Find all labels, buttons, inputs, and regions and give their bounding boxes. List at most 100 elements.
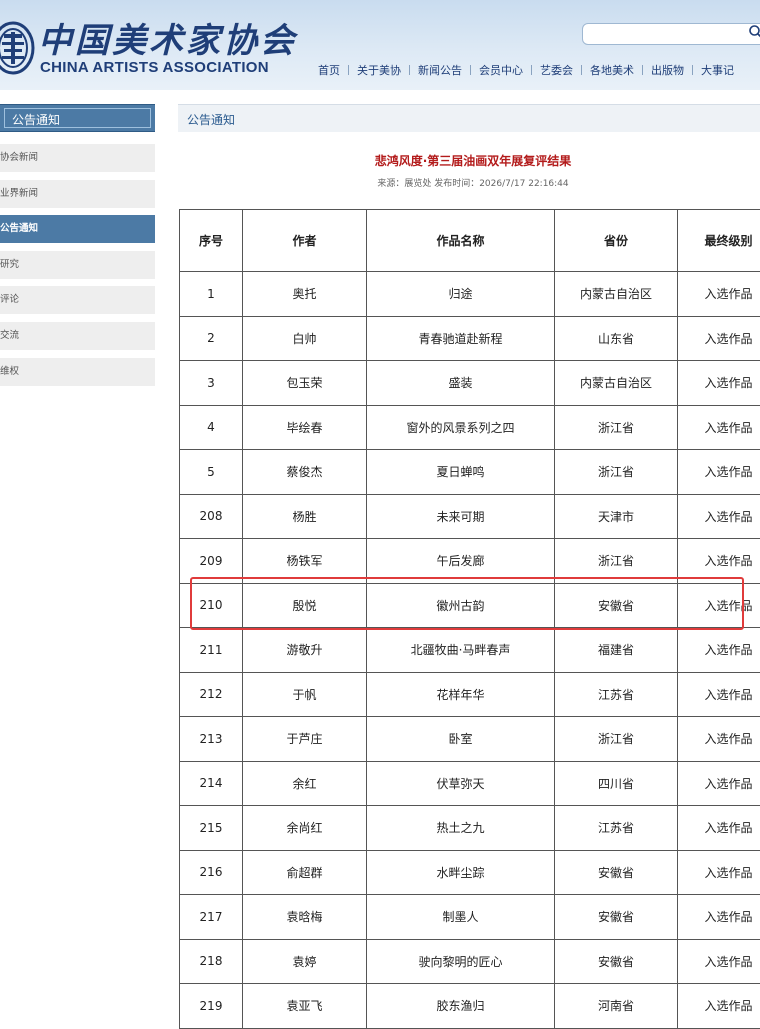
cell-artwork: 水畔尘踪 bbox=[367, 850, 555, 895]
cell-number: 213 bbox=[180, 717, 243, 762]
cell-author: 于芦庄 bbox=[243, 717, 367, 762]
cell-number: 215 bbox=[180, 806, 243, 851]
cell-level: 入选作品 bbox=[678, 450, 760, 495]
cell-number: 5 bbox=[180, 450, 243, 495]
cell-number: 3 bbox=[180, 361, 243, 406]
sidebar-title-label: 公告通知 bbox=[12, 111, 60, 128]
nav-item-committees[interactable]: 艺委会 bbox=[532, 62, 581, 78]
cell-artwork: 卧室 bbox=[367, 717, 555, 762]
cell-author: 余尚红 bbox=[243, 806, 367, 851]
site-logo-chinese[interactable]: 中国美术家协会 bbox=[38, 22, 297, 60]
nav-item-about[interactable]: 关于美协 bbox=[349, 62, 409, 78]
cell-level: 入选作品 bbox=[678, 984, 760, 1029]
cell-number: 219 bbox=[180, 984, 243, 1029]
cell-artwork: 驶向黎明的匠心 bbox=[367, 939, 555, 984]
cell-artwork: 窗外的风景系列之四 bbox=[367, 405, 555, 450]
cell-author: 奥托 bbox=[243, 272, 367, 317]
nav-item-publications[interactable]: 出版物 bbox=[643, 62, 692, 78]
search-input[interactable] bbox=[582, 23, 760, 45]
site-logo-english[interactable]: CHINA ARTISTS ASSOCIATION bbox=[40, 59, 269, 76]
cell-artwork: 热土之九 bbox=[367, 806, 555, 851]
cell-level: 入选作品 bbox=[678, 939, 760, 984]
cell-artwork: 午后发廊 bbox=[367, 539, 555, 584]
cell-level: 入选作品 bbox=[678, 316, 760, 361]
results-table: 序号 作者 作品名称 省份 最终级别 1奥托归途内蒙古自治区入选作品2白帅青春驰… bbox=[179, 209, 760, 1029]
cell-province: 天津市 bbox=[555, 494, 678, 539]
table-row: 3包玉荣盛装内蒙古自治区入选作品 bbox=[180, 361, 760, 406]
table-row: 216俞超群水畔尘踪安徽省入选作品 bbox=[180, 850, 760, 895]
cell-author: 余红 bbox=[243, 761, 367, 806]
cell-province: 山东省 bbox=[555, 316, 678, 361]
cell-level: 入选作品 bbox=[678, 850, 760, 895]
cell-number: 210 bbox=[180, 583, 243, 628]
nav-item-members[interactable]: 会员中心 bbox=[471, 62, 531, 78]
cell-number: 208 bbox=[180, 494, 243, 539]
site-header: 中国美术家协会 CHINA ARTISTS ASSOCIATION 首页 关于美… bbox=[0, 0, 760, 90]
table-row: 215余尚红热土之九江苏省入选作品 bbox=[180, 806, 760, 851]
cell-author: 包玉荣 bbox=[243, 361, 367, 406]
breadcrumb-label[interactable]: 公告通知 bbox=[187, 111, 235, 128]
cell-number: 211 bbox=[180, 628, 243, 673]
association-emblem-icon bbox=[0, 20, 36, 76]
cell-level: 入选作品 bbox=[678, 583, 760, 628]
breadcrumb: 公告通知 bbox=[178, 104, 760, 132]
nav-item-regional[interactable]: 各地美术 bbox=[582, 62, 642, 78]
article-meta: 来源：展览处 发布时间：2026/7/17 22:16:44 bbox=[178, 176, 760, 189]
cell-author: 毕绘春 bbox=[243, 405, 367, 450]
sidebar-item-exchange[interactable]: 交流 bbox=[0, 322, 155, 350]
table-row: 211游敬升北疆牧曲·马畔春声福建省入选作品 bbox=[180, 628, 760, 673]
search-icon[interactable] bbox=[748, 24, 760, 40]
table-body: 1奥托归途内蒙古自治区入选作品2白帅青春驰道赴新程山东省入选作品3包玉荣盛装内蒙… bbox=[180, 272, 760, 1029]
table-header-row: 序号 作者 作品名称 省份 最终级别 bbox=[180, 210, 760, 272]
sidebar-item-rights[interactable]: 维权 bbox=[0, 358, 155, 386]
sidebar-item-commentary[interactable]: 评论 bbox=[0, 286, 155, 314]
sidebar-item-announcements[interactable]: 公告通知 bbox=[0, 215, 155, 243]
cell-artwork: 花样年华 bbox=[367, 672, 555, 717]
table-row: 4毕绘春窗外的风景系列之四浙江省入选作品 bbox=[180, 405, 760, 450]
cell-level: 入选作品 bbox=[678, 761, 760, 806]
cell-level: 入选作品 bbox=[678, 539, 760, 584]
cell-author: 白帅 bbox=[243, 316, 367, 361]
table-row: 218袁婷驶向黎明的匠心安徽省入选作品 bbox=[180, 939, 760, 984]
cell-number: 4 bbox=[180, 405, 243, 450]
cell-level: 入选作品 bbox=[678, 405, 760, 450]
cell-province: 浙江省 bbox=[555, 539, 678, 584]
cell-province: 安徽省 bbox=[555, 583, 678, 628]
table-row: 219袁亚飞胶东渔归河南省入选作品 bbox=[180, 984, 760, 1029]
cell-province: 福建省 bbox=[555, 628, 678, 673]
cell-number: 216 bbox=[180, 850, 243, 895]
cell-level: 入选作品 bbox=[678, 494, 760, 539]
cell-province: 安徽省 bbox=[555, 939, 678, 984]
nav-item-news[interactable]: 新闻公告 bbox=[410, 62, 470, 78]
table-row: 212于帆花样年华江苏省入选作品 bbox=[180, 672, 760, 717]
cell-province: 四川省 bbox=[555, 761, 678, 806]
column-header-province: 省份 bbox=[555, 210, 678, 272]
sidebar-item-research[interactable]: 研究 bbox=[0, 251, 155, 279]
table-row: 208杨胜未来可期天津市入选作品 bbox=[180, 494, 760, 539]
table-row: 214余红伏草弥天四川省入选作品 bbox=[180, 761, 760, 806]
cell-artwork: 归途 bbox=[367, 272, 555, 317]
sidebar-item-association-news[interactable]: 协会新闻 bbox=[0, 144, 155, 172]
article-title: 悲鸿风度·第三届油画双年展复评结果 bbox=[178, 152, 760, 169]
cell-artwork: 北疆牧曲·马畔春声 bbox=[367, 628, 555, 673]
cell-author: 于帆 bbox=[243, 672, 367, 717]
table-row: 5蔡俊杰夏日蝉鸣浙江省入选作品 bbox=[180, 450, 760, 495]
cell-author: 杨铁军 bbox=[243, 539, 367, 584]
cell-level: 入选作品 bbox=[678, 272, 760, 317]
cell-number: 212 bbox=[180, 672, 243, 717]
table-row: 1奥托归途内蒙古自治区入选作品 bbox=[180, 272, 760, 317]
cell-artwork: 制墨人 bbox=[367, 895, 555, 940]
cell-artwork: 胶东渔归 bbox=[367, 984, 555, 1029]
table-row: 209杨铁军午后发廊浙江省入选作品 bbox=[180, 539, 760, 584]
cell-number: 209 bbox=[180, 539, 243, 584]
cell-province: 浙江省 bbox=[555, 405, 678, 450]
cell-author: 袁婷 bbox=[243, 939, 367, 984]
nav-item-home[interactable]: 首页 bbox=[310, 62, 348, 78]
cell-province: 江苏省 bbox=[555, 672, 678, 717]
nav-item-events[interactable]: 大事记 bbox=[693, 62, 742, 78]
sidebar-item-industry-news[interactable]: 业界新闻 bbox=[0, 180, 155, 208]
cell-province: 江苏省 bbox=[555, 806, 678, 851]
column-header-author: 作者 bbox=[243, 210, 367, 272]
cell-author: 袁亚飞 bbox=[243, 984, 367, 1029]
table-row: 2白帅青春驰道赴新程山东省入选作品 bbox=[180, 316, 760, 361]
